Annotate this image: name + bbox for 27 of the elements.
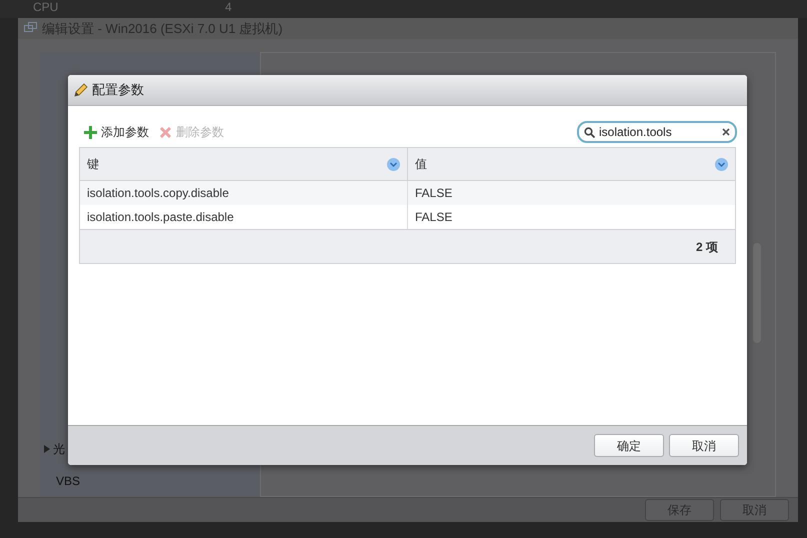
table-cell-text: FALSE <box>414 209 454 226</box>
setting-label: VBS <box>56 472 80 490</box>
setting-label: 光 <box>53 440 65 458</box>
search-field[interactable]: isolation.tools <box>577 121 737 143</box>
table-row[interactable]: isolation.tools.copy.disable FALSE <box>80 181 735 205</box>
expand-icon <box>44 444 50 453</box>
toolbar-button[interactable]: 添加参数 <box>79 123 154 141</box>
clear-icon[interactable] <box>722 128 730 136</box>
dialog-button[interactable]: 取消 <box>669 434 739 457</box>
window-icon <box>24 22 38 34</box>
cpu-label: CPU <box>33 0 60 14</box>
chevron-icon[interactable] <box>387 158 400 170</box>
item-count: 2 项 <box>696 238 718 256</box>
header-label: 值 <box>415 156 427 173</box>
cpu-value: 4 <box>225 0 232 14</box>
pencil-icon <box>74 83 88 97</box>
search-input[interactable]: isolation.tools <box>599 123 718 141</box>
search-icon <box>584 126 595 138</box>
dialog-title: 配置参数 <box>92 81 144 100</box>
cross-icon <box>159 126 172 138</box>
column-header[interactable]: 值 <box>408 148 735 180</box>
plus-icon <box>84 126 97 138</box>
column-header[interactable]: 键 <box>80 148 408 180</box>
table-cell-text: FALSE <box>414 185 454 202</box>
dialog-button[interactable]: 确定 <box>594 434 664 457</box>
header-label: 键 <box>87 156 99 173</box>
chevron-icon[interactable] <box>715 158 728 170</box>
